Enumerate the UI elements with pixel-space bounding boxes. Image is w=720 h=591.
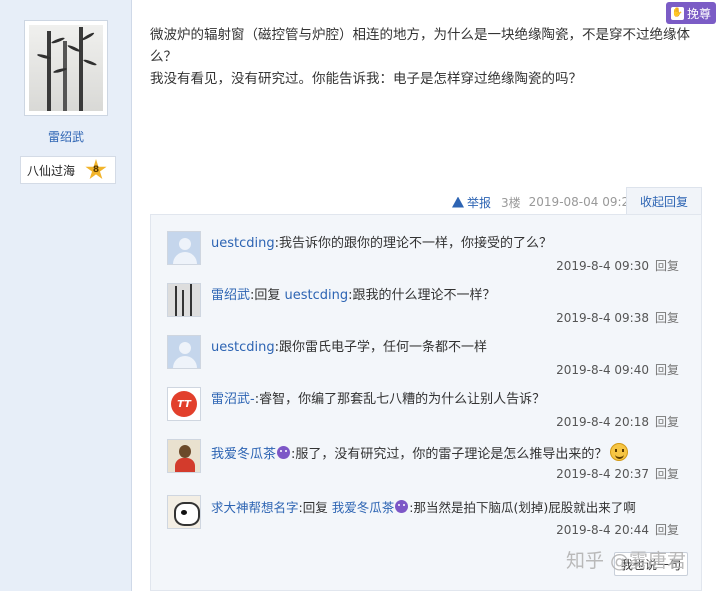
avatar[interactable] xyxy=(167,439,201,473)
reply-username[interactable]: 雷绍武 xyxy=(211,288,250,303)
reply-text: uestcding:跟你雷氏电子学，任何一条都不一样 xyxy=(211,340,488,355)
post-line-1: 微波炉的辐射窗（磁控管与炉腔）相连的地方，为什么是一块绝缘陶瓷，不是穿不过绝缘体 xyxy=(150,27,690,43)
reply-meta: 2019-8-4 20:44 回复 xyxy=(556,521,679,538)
reply-username[interactable]: uestcding xyxy=(211,340,275,355)
post-meta: 举报 3楼 2019-08-04 09:26 xyxy=(452,192,637,212)
reply-time: 2019-8-4 09:30 xyxy=(556,259,649,273)
reply-time: 2019-8-4 09:38 xyxy=(556,311,649,325)
author-sidebar: 雷绍武 八仙过海 8 xyxy=(0,0,132,591)
avatar[interactable] xyxy=(167,335,201,369)
reply-content: 跟你雷氏电子学，任何一条都不一样 xyxy=(279,340,488,355)
reply-time: 2019-8-4 20:44 xyxy=(556,523,649,537)
reply-button[interactable]: 回复 xyxy=(655,523,679,537)
post-content: 微波炉的辐射窗（磁控管与炉腔）相连的地方，为什么是一块绝缘陶瓷，不是穿不过绝缘体… xyxy=(150,24,698,90)
reply-content: 服了，没有研究过，你的雷子理论是怎么推导出来的？ xyxy=(295,447,608,462)
reply-username[interactable]: 雷沼武- xyxy=(211,392,255,407)
warning-icon xyxy=(452,196,464,208)
author-avatar[interactable] xyxy=(24,20,108,116)
floor-number: 3楼 xyxy=(501,195,521,210)
dog-avatar-image xyxy=(168,496,200,528)
hand-icon: ✋ xyxy=(670,6,684,20)
reply-text: 我爱冬瓜茶:服了，没有研究过，你的雷子理论是怎么推导出来的？ xyxy=(211,443,691,464)
reply-username[interactable]: 求大神帮想名字 xyxy=(211,500,299,515)
post-datetime: 2019-08-04 09:26 xyxy=(528,195,637,209)
reply-meta: 2019-8-4 20:18 回复 xyxy=(556,413,679,430)
reply-button[interactable]: 回复 xyxy=(655,259,679,273)
avatar[interactable] xyxy=(167,495,201,529)
reply-content: 我告诉你的跟你的理论不一样，你接受的了么？ xyxy=(279,236,553,251)
reply-meta: 2019-8-4 09:38 回复 xyxy=(556,309,679,326)
logo-avatar-image: TT xyxy=(168,388,200,420)
reply-button[interactable]: 回复 xyxy=(655,363,679,377)
devil-emoji-icon xyxy=(395,500,409,513)
default-user-icon xyxy=(168,232,200,264)
reply-content: :那当然是拍下脑瓜(划掉)屁股就出来了啊 xyxy=(409,500,636,515)
bamboo-painting-image xyxy=(29,25,103,111)
rank-level-badge: 8 xyxy=(85,159,107,180)
person-avatar-image xyxy=(168,440,200,472)
reply-content: 睿智，你编了那套乱七八糟的为什么让别人告诉？ xyxy=(259,392,546,407)
reply-username[interactable]: uestcding xyxy=(211,236,275,251)
smile-emoji-icon xyxy=(610,443,629,461)
reply-meta: 2019-8-4 09:40 回复 xyxy=(556,361,679,378)
collapse-replies-button[interactable]: 收起回复 xyxy=(626,187,702,215)
rank-box: 八仙过海 8 xyxy=(20,156,116,184)
support-tag-button[interactable]: ✋ 挽尊 xyxy=(666,2,716,24)
reply-time: 2019-8-4 20:18 xyxy=(556,415,649,429)
default-user-icon xyxy=(168,336,200,368)
reply-text: uestcding:我告诉你的跟你的理论不一样，你接受的了么？ xyxy=(211,236,553,251)
author-name[interactable]: 雷绍武 xyxy=(0,128,132,145)
avatar[interactable] xyxy=(167,231,201,265)
reply-button[interactable]: 回复 xyxy=(655,311,679,325)
reply-meta: 2019-8-4 09:30 回复 xyxy=(556,257,679,274)
reply-text: 雷沼武-:睿智，你编了那套乱七八糟的为什么让别人告诉？ xyxy=(211,392,546,407)
reply-time: 2019-8-4 20:37 xyxy=(556,467,649,481)
reply-text: 求大神帮想名字:回复 我爱冬瓜茶:那当然是拍下脑瓜(划掉)屁股就出来了啊 xyxy=(211,500,636,515)
reply-target-user[interactable]: 我爱冬瓜茶 xyxy=(332,500,395,515)
reply-button[interactable]: 回复 xyxy=(655,467,679,481)
rank-label: 八仙过海 xyxy=(27,163,76,178)
reply-target-user[interactable]: uestcding xyxy=(285,288,349,303)
avatar[interactable]: TT xyxy=(167,387,201,421)
reply-meta: 2019-8-4 20:37 回复 xyxy=(556,465,679,482)
bamboo-avatar-image xyxy=(168,284,200,316)
post-line-2: 么？ xyxy=(150,49,177,65)
reply-button[interactable]: 回复 xyxy=(655,415,679,429)
report-label: 举报 xyxy=(467,195,492,210)
reply-content: :跟我的什么理论不一样？ xyxy=(348,288,496,303)
devil-emoji-icon xyxy=(277,446,291,459)
report-link[interactable]: 举报 xyxy=(452,194,491,211)
support-tag-label: 挽尊 xyxy=(686,6,711,21)
reply-username[interactable]: 我爱冬瓜茶 xyxy=(211,447,276,462)
reply-time: 2019-8-4 09:40 xyxy=(556,363,649,377)
reply-list: uestcding:我告诉你的跟你的理论不一样，你接受的了么？ 2019-8-4… xyxy=(150,214,702,591)
avatar[interactable] xyxy=(167,283,201,317)
post-line-3: 我没有看见，没有研究过。你能告诉我：电子是怎样穿过绝缘陶瓷的吗？ xyxy=(150,71,582,87)
reply-text: 雷绍武:回复 uestcding:跟我的什么理论不一样？ xyxy=(211,288,496,303)
watermark: 知乎 @雾唐君 xyxy=(566,550,687,572)
